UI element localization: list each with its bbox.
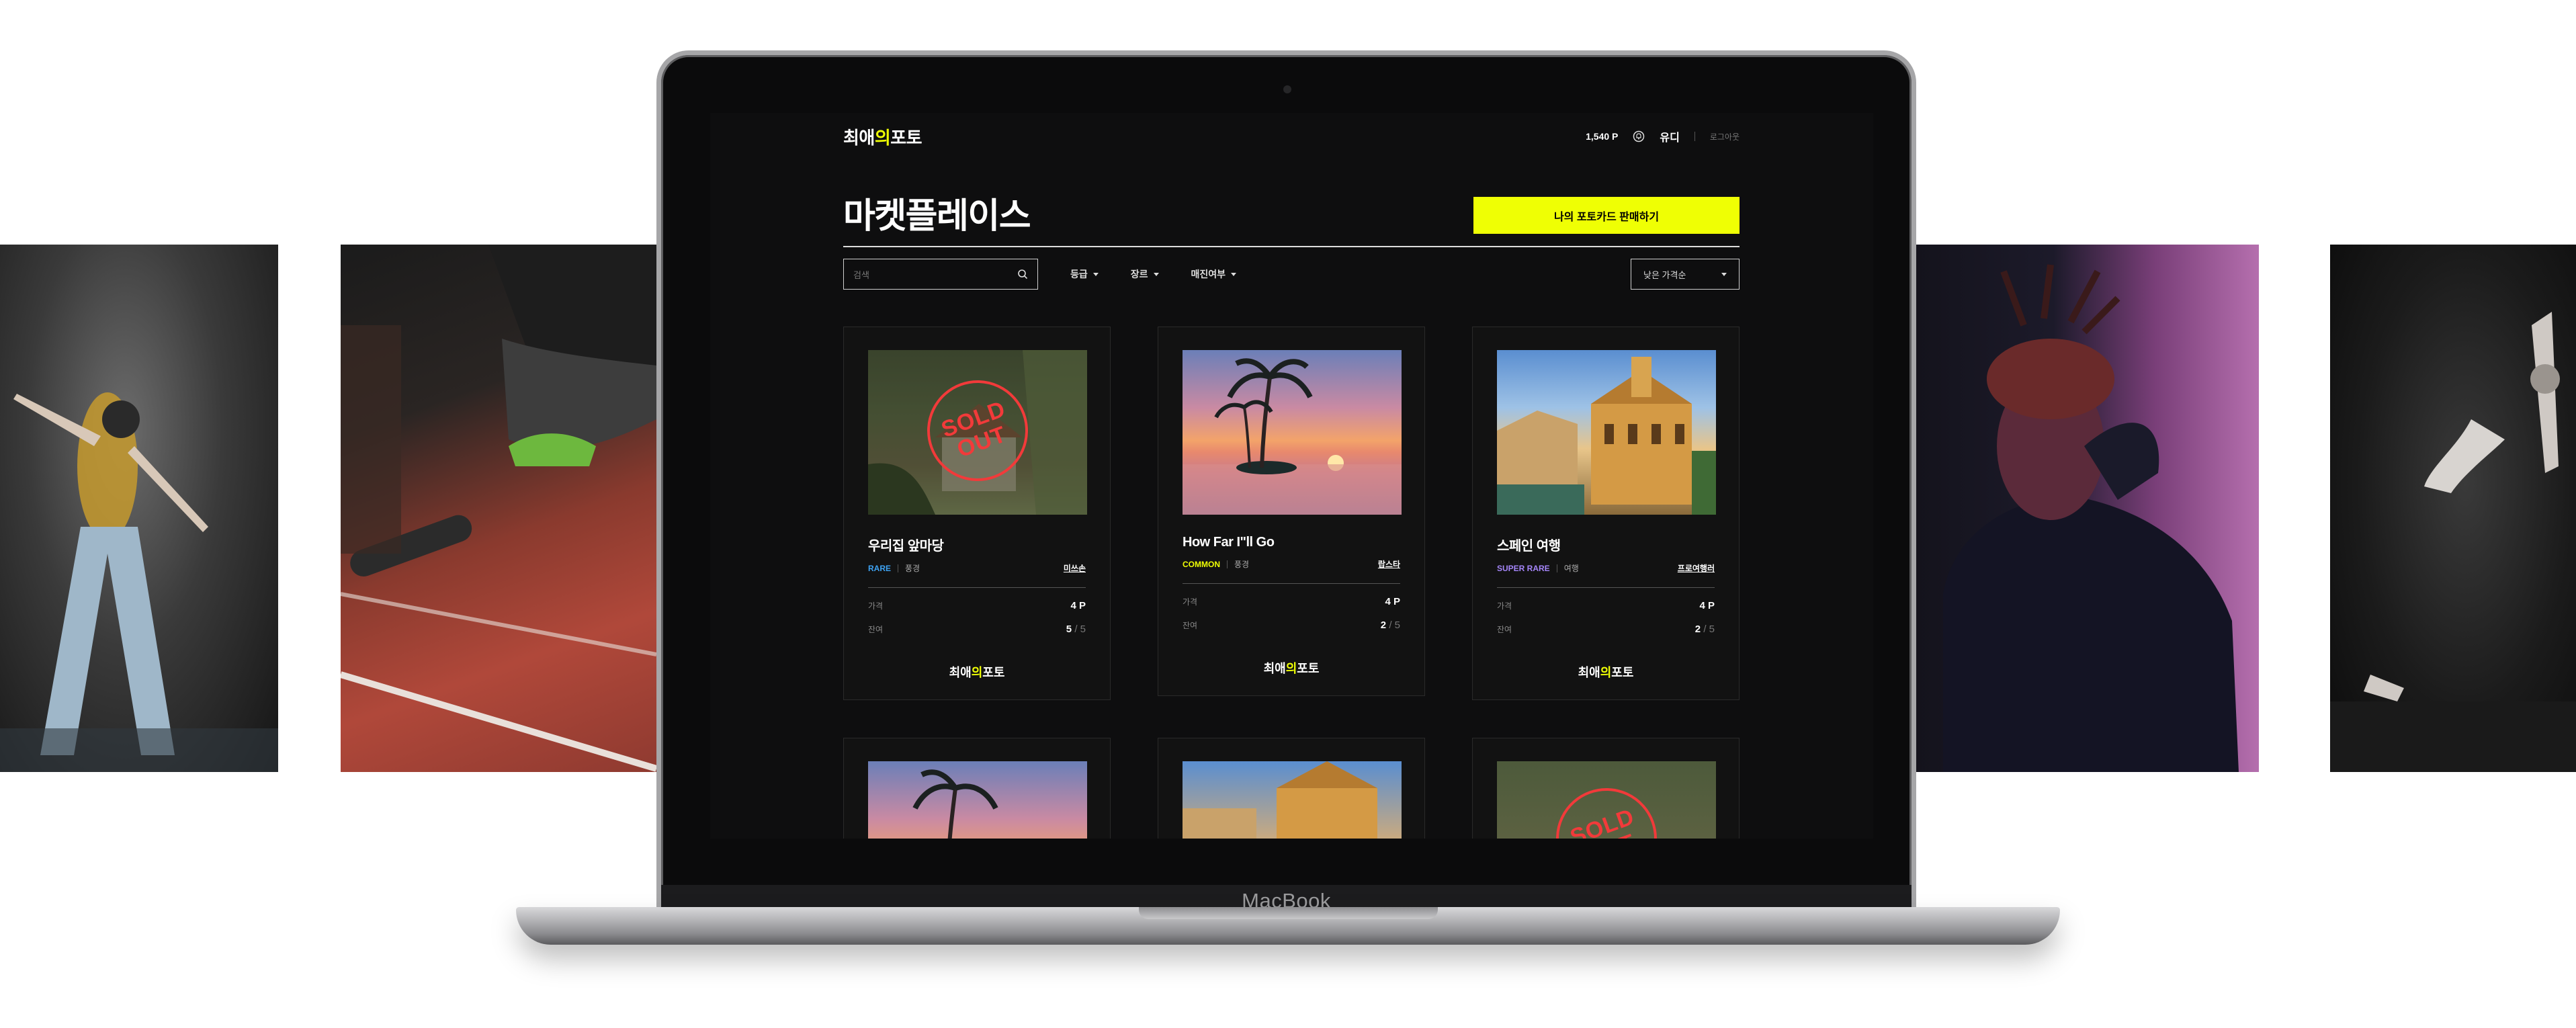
remain-row: 잔여 5 / 5 bbox=[868, 624, 1086, 635]
price-row: 가격 4 P bbox=[1497, 600, 1715, 611]
price-label: 가격 bbox=[1497, 601, 1512, 611]
photocard-image bbox=[1183, 350, 1402, 515]
caret-down-icon bbox=[1092, 272, 1099, 276]
photocard-card[interactable] bbox=[843, 738, 1111, 839]
remain-row: 잔여 2 / 5 bbox=[1497, 624, 1715, 635]
photocard-name: How Far I"ll Go bbox=[1183, 535, 1275, 550]
caret-down-icon bbox=[1721, 272, 1727, 276]
price-row: 가격 4 P bbox=[868, 600, 1086, 611]
search-placeholder: 검색 bbox=[853, 269, 869, 280]
user-nickname[interactable]: 유디 bbox=[1660, 128, 1679, 144]
soldout-filter-label: 매진여부 bbox=[1191, 269, 1226, 280]
caret-down-icon bbox=[1231, 272, 1237, 276]
grade-filter-label: 등급 bbox=[1070, 269, 1088, 280]
grade-badge: SUPER RARE bbox=[1497, 563, 1550, 573]
price-label: 가격 bbox=[868, 601, 884, 611]
remain-total: / 5 bbox=[1074, 624, 1086, 635]
price-value: 4 P bbox=[1070, 600, 1086, 611]
laptop-base bbox=[516, 907, 2060, 945]
owner-link[interactable]: 미쓰손 bbox=[1064, 562, 1086, 574]
nav-divider bbox=[1694, 132, 1695, 141]
user-menu: 1,540 P 유디 로그아웃 bbox=[1586, 128, 1740, 144]
presentation-stage: 최애의포토 1,540 P 유디 로그아웃 마켓플레이스 나의 포토카드 판매하… bbox=[0, 0, 2576, 1028]
card-divider bbox=[868, 587, 1086, 588]
page-title-row: 마켓플레이스 나의 포토카드 판매하기 bbox=[843, 194, 1740, 247]
laptop-opening-notch bbox=[1139, 907, 1438, 919]
genre-filter-label: 장르 bbox=[1130, 269, 1148, 280]
owner-link[interactable]: 랍스타 bbox=[1378, 558, 1400, 570]
page-title: 마켓플레이스 bbox=[843, 197, 1031, 236]
point-balance: 1,540 P bbox=[1586, 131, 1619, 142]
photocard-card[interactable]: 스페인 여행 SUPER RARE 여행 프로여행러 가격 4 P 잔여 2 /… bbox=[1472, 327, 1740, 700]
photocard-meta: COMMON 풍경 랍스타 bbox=[1183, 558, 1400, 570]
price-value: 4 P bbox=[1385, 596, 1400, 607]
remain-total: / 5 bbox=[1703, 624, 1715, 635]
photocard-name: 우리집 앞마당 bbox=[868, 539, 944, 554]
owner-link[interactable]: 프로여행러 bbox=[1678, 562, 1715, 574]
photocard-card[interactable]: How Far I"ll Go COMMON 풍경 랍스타 가격 4 P 잔여 bbox=[1158, 327, 1425, 696]
photocard-image bbox=[1497, 350, 1716, 515]
remain-value: 5 bbox=[1066, 624, 1072, 635]
photocard-image bbox=[868, 761, 1087, 839]
global-nav-bar: 최애의포토 1,540 P 유디 로그아웃 bbox=[843, 113, 1740, 160]
site-logo[interactable]: 최애의포토 bbox=[843, 124, 922, 149]
card-divider bbox=[1497, 587, 1715, 588]
remain-label: 잔여 bbox=[1497, 625, 1512, 634]
price-row: 가격 4 P bbox=[1183, 596, 1400, 607]
grade-filter[interactable]: 등급 bbox=[1070, 267, 1099, 281]
photocard-image: SOLDOUT bbox=[868, 350, 1087, 515]
genre-filter[interactable]: 장르 bbox=[1131, 267, 1159, 281]
search-input[interactable]: 검색 bbox=[843, 259, 1038, 290]
remain-value: 2 bbox=[1694, 624, 1701, 635]
card-divider bbox=[1183, 583, 1400, 584]
photocard-image: SOLDOUT bbox=[1497, 761, 1716, 839]
portrait-photo bbox=[1916, 245, 2259, 772]
card-brand-logo: 최애의포토 bbox=[1578, 666, 1634, 679]
photocard-card[interactable]: SOLDOUT bbox=[1472, 738, 1740, 839]
photocard-image bbox=[1183, 761, 1402, 839]
notification-bell-icon[interactable] bbox=[1633, 130, 1645, 142]
logout-link[interactable]: 로그아웃 bbox=[1710, 131, 1740, 142]
price-label: 가격 bbox=[1183, 597, 1198, 607]
grade-badge: RARE bbox=[868, 563, 892, 573]
remain-value: 2 bbox=[1380, 619, 1387, 631]
remain-label: 잔여 bbox=[1183, 621, 1198, 630]
remain-row: 잔여 2 / 5 bbox=[1183, 619, 1400, 631]
photocard-meta: RARE 풍경 미쓰손 bbox=[868, 562, 1086, 574]
laptop-screen: 최애의포토 1,540 P 유디 로그아웃 마켓플레이스 나의 포토카드 판매하… bbox=[710, 113, 1873, 839]
remain-label: 잔여 bbox=[868, 625, 884, 634]
search-icon[interactable] bbox=[1017, 269, 1028, 280]
filter-bar: 검색 등급 장르 매진여부 낮은 가격순 bbox=[843, 258, 1740, 290]
sell-my-photocard-button[interactable]: 나의 포토카드 판매하기 bbox=[1473, 197, 1740, 234]
sold-out-stamp: SOLDOUT bbox=[1541, 773, 1672, 839]
genre-label: 여행 bbox=[1563, 564, 1579, 573]
sort-dropdown[interactable]: 낮은 가격순 bbox=[1631, 259, 1740, 290]
soldout-filter[interactable]: 매진여부 bbox=[1191, 267, 1237, 281]
sprinter-photo bbox=[341, 245, 656, 772]
laptop-frame: 최애의포토 1,540 P 유디 로그아웃 마켓플레이스 나의 포토카드 판매하… bbox=[656, 50, 1916, 917]
marketplace-app: 최애의포토 1,540 P 유디 로그아웃 마켓플레이스 나의 포토카드 판매하… bbox=[710, 113, 1873, 839]
meta-divider bbox=[1227, 560, 1228, 568]
genre-label: 풍경 bbox=[905, 564, 920, 573]
photocard-name: 스페인 여행 bbox=[1497, 539, 1561, 554]
genre-label: 풍경 bbox=[1234, 560, 1250, 569]
price-value: 4 P bbox=[1699, 600, 1715, 611]
dancer-photo-left bbox=[0, 245, 278, 772]
caret-down-icon bbox=[1153, 272, 1159, 276]
photocard-meta: SUPER RARE 여행 프로여행러 bbox=[1497, 562, 1715, 574]
sort-label: 낮은 가격순 bbox=[1643, 269, 1686, 280]
card-brand-logo: 최애의포토 bbox=[949, 666, 1005, 679]
grade-badge: COMMON bbox=[1183, 559, 1220, 569]
card-brand-logo: 최애의포토 bbox=[1263, 662, 1320, 675]
photocard-card[interactable] bbox=[1158, 738, 1425, 839]
camera-dot bbox=[1283, 85, 1291, 93]
photocard-card[interactable]: SOLD OUT 우리집 앞마당 RARE 풍경 미쓰손 가격 4 P 잔여 5… bbox=[843, 327, 1111, 700]
dancer-photo-right bbox=[2330, 245, 2576, 772]
remain-total: / 5 bbox=[1389, 619, 1400, 631]
